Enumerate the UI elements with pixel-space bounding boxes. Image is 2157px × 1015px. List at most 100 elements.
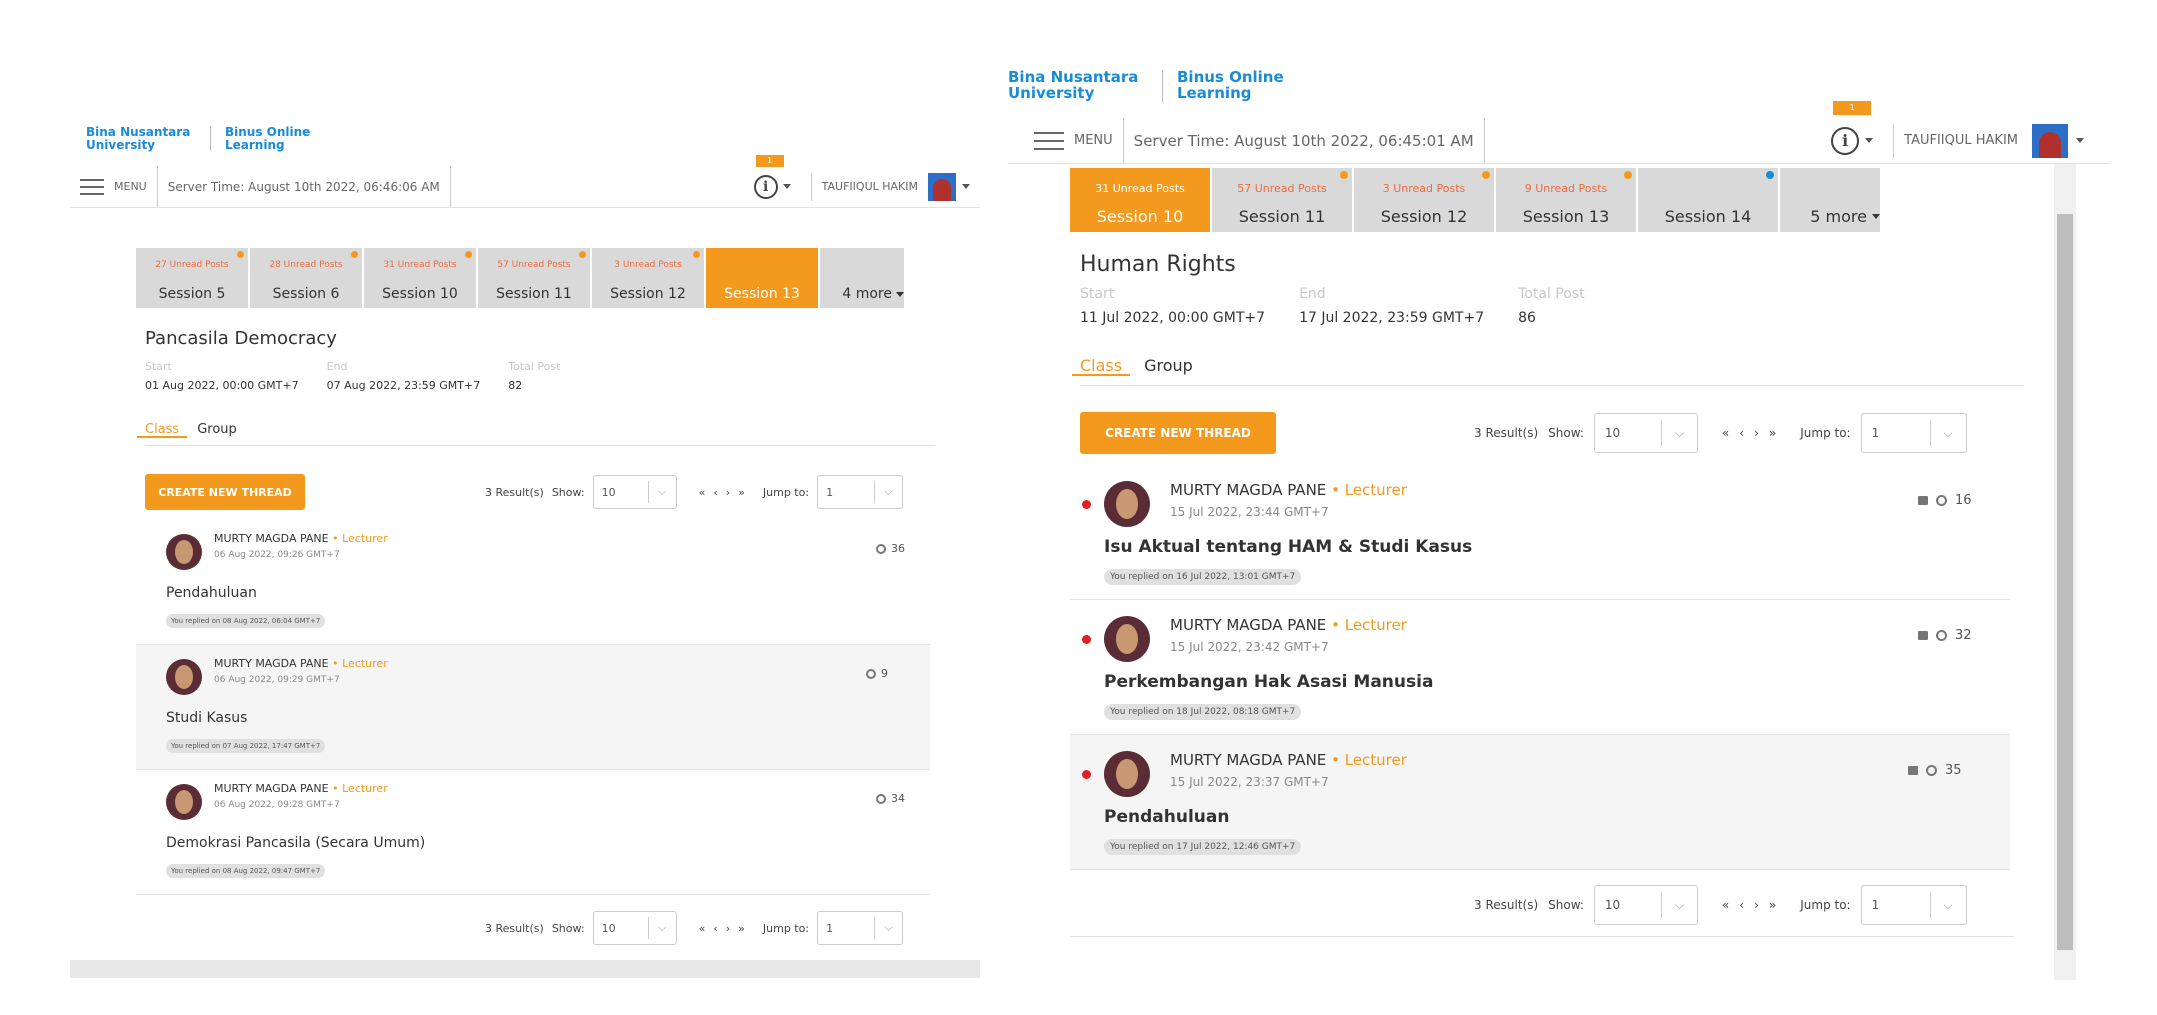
menu-button[interactable]: MENU xyxy=(80,178,147,195)
user-name[interactable]: TAUFIIQUL HAKIM xyxy=(1904,133,2018,148)
prev-page-icon[interactable]: ‹ xyxy=(713,922,717,935)
author-line: MURTY MAGDA PANE • Lecturer xyxy=(214,782,388,795)
thread-item[interactable]: MURTY MAGDA PANE • Lecturer 15 Jul 2022,… xyxy=(1070,735,2010,870)
replied-badge: You replied on 08 Aug 2022, 06:04 GMT+7 xyxy=(166,614,326,628)
tab-class[interactable]: Class xyxy=(1071,356,1131,376)
thread-item[interactable]: MURTY MAGDA PANE • Lecturer 15 Jul 2022,… xyxy=(1070,465,2010,600)
unread-count: 27 Unread Posts xyxy=(155,260,229,270)
tab-session-10[interactable]: 31 Unread Posts Session 10 xyxy=(364,248,476,308)
first-page-icon[interactable]: « xyxy=(699,486,706,499)
avatar-figure xyxy=(2039,131,2061,158)
last-page-icon[interactable]: » xyxy=(738,486,745,499)
first-page-icon[interactable]: « xyxy=(699,922,706,935)
thread-title[interactable]: Isu Aktual tentang HAM & Studi Kasus xyxy=(1104,537,1472,557)
tab-session-11[interactable]: 57 Unread Posts Session 11 xyxy=(1212,168,1352,232)
page-size-select[interactable]: 10 ⌵ xyxy=(1593,885,1698,925)
prev-page-icon[interactable]: ‹ xyxy=(713,486,717,499)
tab-session-10[interactable]: 31 Unread Posts Session 10 xyxy=(1070,168,1210,232)
first-page-icon[interactable]: « xyxy=(1722,898,1729,912)
author-avatar xyxy=(1104,481,1150,527)
next-page-icon[interactable]: › xyxy=(1754,898,1759,912)
result-count: 3 Result(s) xyxy=(485,485,544,499)
scrollbar[interactable] xyxy=(2054,164,2076,980)
create-new-thread-button[interactable]: CREATE NEW THREAD xyxy=(1080,412,1276,454)
brand-divider xyxy=(1162,70,1163,102)
brand-logo[interactable]: Bina Nusantara University Binus Online L… xyxy=(1008,69,1297,102)
thread-title[interactable]: Perkembangan Hak Asasi Manusia xyxy=(1104,672,1433,692)
tab-session-6[interactable]: 28 Unread Posts Session 6 xyxy=(250,248,362,308)
thread-item[interactable]: MURTY MAGDA PANE • Lecturer 06 Aug 2022,… xyxy=(136,520,930,645)
chevron-down-icon[interactable] xyxy=(962,184,970,189)
more-sessions-dropdown[interactable]: 4 more xyxy=(820,248,904,308)
new-post-indicator xyxy=(1082,770,1091,779)
page-size-select[interactable]: 10 ⌵ xyxy=(592,911,677,945)
jump-to-select[interactable]: 1 ⌵ xyxy=(817,475,904,509)
thread-item[interactable]: MURTY MAGDA PANE • Lecturer 15 Jul 2022,… xyxy=(1070,600,2010,735)
tab-session-12[interactable]: 3 Unread Posts Session 12 xyxy=(592,248,704,308)
menu-button[interactable]: MENU xyxy=(1034,131,1113,150)
thread-item[interactable]: MURTY MAGDA PANE • Lecturer 06 Aug 2022,… xyxy=(136,770,930,895)
tab-session-13[interactable]: 9 Unread Posts Session 13 xyxy=(1496,168,1636,232)
next-page-icon[interactable]: › xyxy=(1754,426,1759,440)
post-time: 15 Jul 2022, 23:44 GMT+7 xyxy=(1170,505,1329,519)
chevron-down-icon: ⌵ xyxy=(647,480,676,504)
tab-session-13[interactable]: Session 13 xyxy=(706,248,818,308)
menu-label: MENU xyxy=(114,180,147,193)
unread-dot xyxy=(1482,171,1490,179)
scrollbar-thumb[interactable] xyxy=(2057,214,2073,950)
page-size-value: 10 xyxy=(1604,426,1621,440)
last-page-icon[interactable]: » xyxy=(1769,426,1776,440)
jump-value: 1 xyxy=(1871,898,1880,912)
unread-count: 31 Unread Posts xyxy=(383,260,457,270)
total-post-label: Total Post xyxy=(1518,286,1585,302)
chevron-down-icon[interactable] xyxy=(2076,138,2084,143)
last-page-icon[interactable]: » xyxy=(1769,898,1776,912)
tab-group[interactable]: Group xyxy=(1144,356,1193,375)
thread-title[interactable]: Pendahuluan xyxy=(166,585,257,601)
class-group-tabs: Class Group xyxy=(136,422,935,446)
create-new-thread-button[interactable]: CREATE NEW THREAD xyxy=(145,474,305,510)
info-button[interactable]: 1 i xyxy=(1831,100,1874,155)
show-label: Show: xyxy=(1548,898,1584,912)
jump-to-select[interactable]: 1 ⌵ xyxy=(817,911,904,945)
thread-title[interactable]: Pendahuluan xyxy=(1104,807,1229,827)
unread-count: 31 Unread Posts xyxy=(1095,182,1185,195)
jump-to-select[interactable]: 1 ⌵ xyxy=(1860,885,1967,925)
next-page-icon[interactable]: › xyxy=(726,922,730,935)
chevron-down-icon xyxy=(1872,214,1880,219)
avatar-figure xyxy=(933,178,951,201)
last-page-icon[interactable]: » xyxy=(738,922,745,935)
tab-session-5[interactable]: 27 Unread Posts Session 5 xyxy=(136,248,248,308)
page-size-select[interactable]: 10 ⌵ xyxy=(592,475,677,509)
comment-icon xyxy=(866,668,876,679)
tab-class[interactable]: Class xyxy=(136,422,188,438)
thread-title[interactable]: Studi Kasus xyxy=(166,710,247,726)
unread-dot xyxy=(579,251,586,258)
user-avatar[interactable] xyxy=(2032,123,2068,158)
first-page-icon[interactable]: « xyxy=(1722,426,1729,440)
tab-session-11[interactable]: 57 Unread Posts Session 11 xyxy=(478,248,590,308)
next-page-icon[interactable]: › xyxy=(726,486,730,499)
tab-session-12[interactable]: 3 Unread Posts Session 12 xyxy=(1354,168,1494,232)
thread-title[interactable]: Demokrasi Pancasila (Secara Umum) xyxy=(166,835,425,851)
tab-session-14[interactable]: Session 14 xyxy=(1638,168,1778,232)
start-label: Start xyxy=(1080,286,1115,302)
show-label: Show: xyxy=(551,485,585,499)
prev-page-icon[interactable]: ‹ xyxy=(1739,426,1744,440)
chevron-down-icon: ⌵ xyxy=(1929,891,1966,919)
user-avatar[interactable] xyxy=(928,172,956,201)
prev-page-icon[interactable]: ‹ xyxy=(1739,898,1744,912)
jump-value: 1 xyxy=(826,485,834,499)
thread-item[interactable]: MURTY MAGDA PANE • Lecturer 06 Aug 2022,… xyxy=(136,645,930,770)
jump-to-select[interactable]: 1 ⌵ xyxy=(1860,413,1967,453)
page-size-select[interactable]: 10 ⌵ xyxy=(1593,413,1698,453)
unread-count: 57 Unread Posts xyxy=(497,260,571,270)
more-sessions-dropdown[interactable]: 5 more xyxy=(1780,168,1880,232)
info-button[interactable]: 1 i xyxy=(753,154,791,199)
author-avatar xyxy=(1104,616,1150,662)
brand-logo[interactable]: Bina Nusantara University Binus Online L… xyxy=(86,126,325,152)
pagination-top: 3 Result(s) Show: 10 ⌵ « ‹ › » Jump to: … xyxy=(1474,412,1967,454)
unread-count: 9 Unread Posts xyxy=(1524,182,1608,195)
user-name[interactable]: TAUFIIQUL HAKIM xyxy=(822,180,918,193)
tab-group[interactable]: Group xyxy=(197,422,237,437)
